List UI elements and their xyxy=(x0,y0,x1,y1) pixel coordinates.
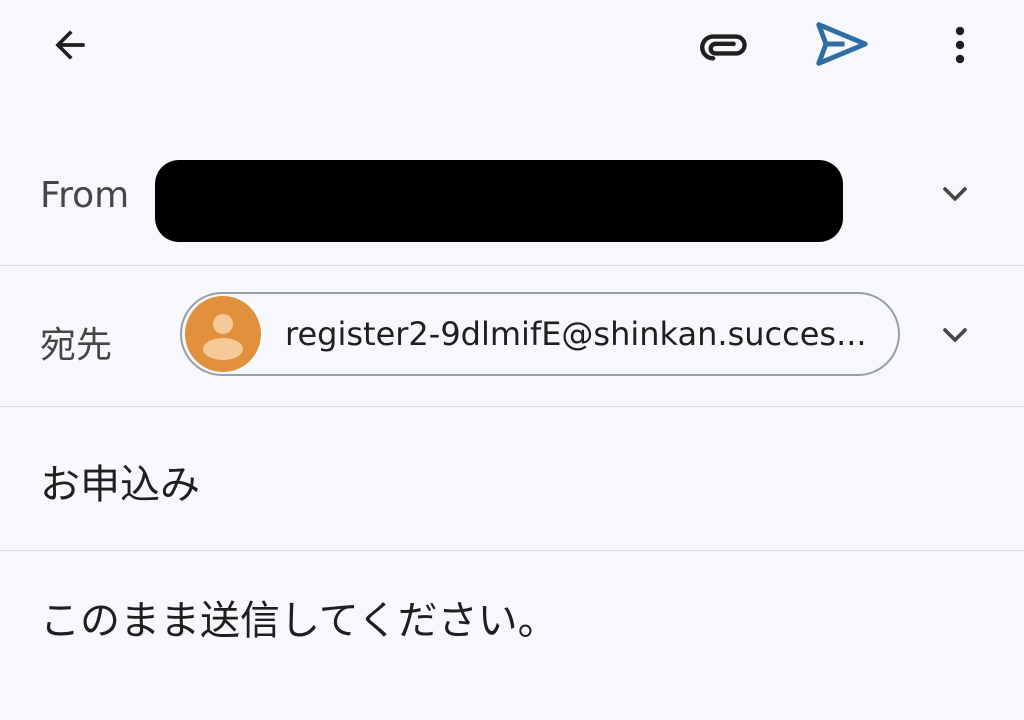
attach-button[interactable] xyxy=(692,13,756,77)
person-icon xyxy=(203,314,243,360)
send-button[interactable] xyxy=(810,12,874,76)
paperclip-icon xyxy=(700,34,747,61)
chevron-down-icon xyxy=(943,328,967,342)
recipient-chip[interactable]: register2-9dlmifE@shinkan.succes... xyxy=(180,292,900,376)
from-label: From xyxy=(40,175,130,216)
compose-screen: From 宛先 register2-9dlmifE@shinkan.succes… xyxy=(0,0,1024,720)
chevron-down-icon xyxy=(943,187,967,201)
more-options-button[interactable] xyxy=(928,13,992,77)
to-expand-button[interactable] xyxy=(926,306,984,364)
from-row: From xyxy=(0,125,1024,266)
send-icon xyxy=(816,22,868,66)
message-body[interactable]: このまま送信してください。 xyxy=(40,588,980,646)
from-expand-button[interactable] xyxy=(926,165,984,223)
arrow-left-icon xyxy=(55,30,85,60)
subject-row: お申込み xyxy=(0,407,1024,551)
back-button[interactable] xyxy=(38,13,102,77)
to-label: 宛先 xyxy=(40,325,113,366)
to-row: 宛先 register2-9dlmifE@shinkan.succes... xyxy=(0,266,1024,407)
recipient-address: register2-9dlmifE@shinkan.succes... xyxy=(285,315,867,353)
subject-field[interactable]: お申込み xyxy=(40,452,940,510)
avatar xyxy=(185,296,261,372)
from-address-redacted[interactable] xyxy=(155,160,843,242)
more-vertical-icon xyxy=(955,26,965,64)
top-app-bar xyxy=(0,0,1024,100)
